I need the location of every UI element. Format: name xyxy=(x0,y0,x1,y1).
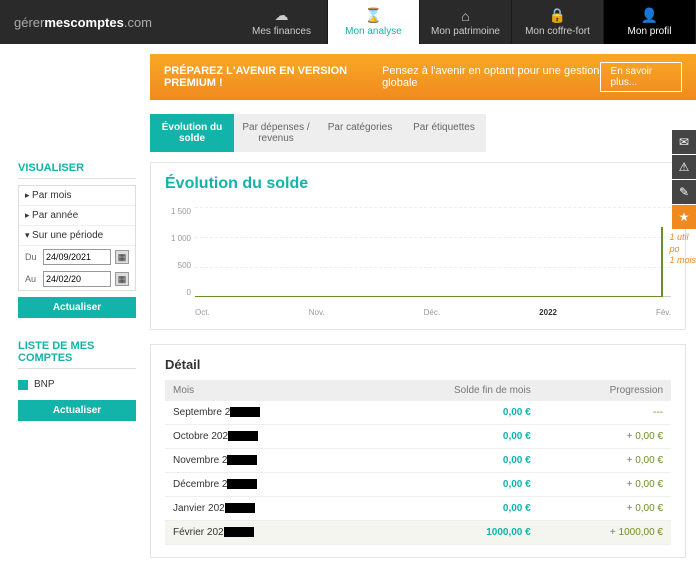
filter-by-period[interactable]: Sur une période xyxy=(19,226,135,246)
accounts-title: LISTE DE MES COMPTES xyxy=(18,340,136,369)
tab--volution-du-solde[interactable]: Évolution du solde xyxy=(150,114,234,152)
col-month: Mois xyxy=(165,380,362,401)
table-row: Septembre 20,00 €--- xyxy=(165,401,671,425)
chart-title: Évolution du solde xyxy=(165,175,671,193)
tab-par-d-penses-revenus[interactable]: Par dépenses / revenus xyxy=(234,114,318,152)
chart-card: Évolution du solde 1 5001 0005000 Oct.No… xyxy=(150,162,686,330)
table-row: Janvier 2020,00 €+ 0,00 € xyxy=(165,497,671,521)
nav-mes-finances[interactable]: ☁Mes finances xyxy=(236,0,328,44)
mail-icon[interactable]: ✉ xyxy=(672,130,696,154)
nav-mon-coffre-fort[interactable]: 🔒Mon coffre-fort xyxy=(512,0,604,44)
table-row: Février 2021000,00 €+ 1000,00 € xyxy=(165,521,671,545)
visualize-title: VISUALISER xyxy=(18,162,136,179)
tab-par-cat-gories[interactable]: Par catégories xyxy=(318,114,402,152)
calendar-icon[interactable]: ▦ xyxy=(115,272,129,286)
update-accounts-button[interactable]: Actualiser xyxy=(18,400,136,421)
account-checkbox[interactable] xyxy=(18,380,28,390)
promo-text: Pensez à l'avenir en optant pour une ges… xyxy=(382,65,599,89)
col-balance: Solde fin de mois xyxy=(362,380,539,401)
tab-par-tiquettes[interactable]: Par étiquettes xyxy=(402,114,486,152)
filter-by-year[interactable]: Par année xyxy=(19,206,135,226)
promo-cta-button[interactable]: En savoir plus... xyxy=(600,62,682,92)
promo-banner: PRÉPAREZ L'AVENIR EN VERSION PREMIUM ! P… xyxy=(150,54,696,100)
nav-mon-profil[interactable]: 👤Mon profil xyxy=(604,0,696,44)
account-name: BNP xyxy=(34,379,55,390)
brand-logo[interactable]: gérermescomptes.com xyxy=(0,0,166,44)
table-row: Novembre 20,00 €+ 0,00 € xyxy=(165,449,671,473)
table-row: Décembre 20,00 €+ 0,00 € xyxy=(165,473,671,497)
nav-icon: ⌂ xyxy=(461,8,469,24)
balance-chart: 1 5001 0005000 Oct.Nov.Déc.2022Fév. xyxy=(195,207,671,317)
table-row: Octobre 2020,00 €+ 0,00 € xyxy=(165,425,671,449)
nav-mon-patrimoine[interactable]: ⌂Mon patrimoine xyxy=(420,0,512,44)
detail-table: Mois Solde fin de mois Progression Septe… xyxy=(165,380,671,545)
col-progress: Progression xyxy=(539,380,671,401)
nav-icon: ⌛ xyxy=(365,7,382,24)
promo-title: PRÉPAREZ L'AVENIR EN VERSION PREMIUM ! xyxy=(164,65,372,89)
update-button[interactable]: Actualiser xyxy=(18,297,136,318)
nav-icon: ☁ xyxy=(275,7,289,24)
detail-card: Détail Mois Solde fin de mois Progressio… xyxy=(150,344,686,558)
date-to-label: Au xyxy=(25,274,39,284)
account-row[interactable]: BNP xyxy=(18,375,136,394)
edit-icon[interactable]: ✎ xyxy=(672,180,696,204)
nav-icon: 🔒 xyxy=(549,7,566,24)
date-to-input[interactable] xyxy=(43,271,111,287)
date-from-input[interactable] xyxy=(43,249,111,265)
calendar-icon[interactable]: ▦ xyxy=(115,250,129,264)
date-from-label: Du xyxy=(25,252,39,262)
detail-title: Détail xyxy=(165,357,671,372)
nav-icon: 👤 xyxy=(641,7,658,24)
handwritten-note: 1 utilpo1 mois xyxy=(669,232,696,267)
alert-icon[interactable]: ⚠ xyxy=(672,155,696,179)
nav-mon-analyse[interactable]: ⌛Mon analyse xyxy=(328,0,420,44)
star-icon[interactable]: ★ xyxy=(672,205,696,229)
filter-by-month[interactable]: Par mois xyxy=(19,186,135,206)
